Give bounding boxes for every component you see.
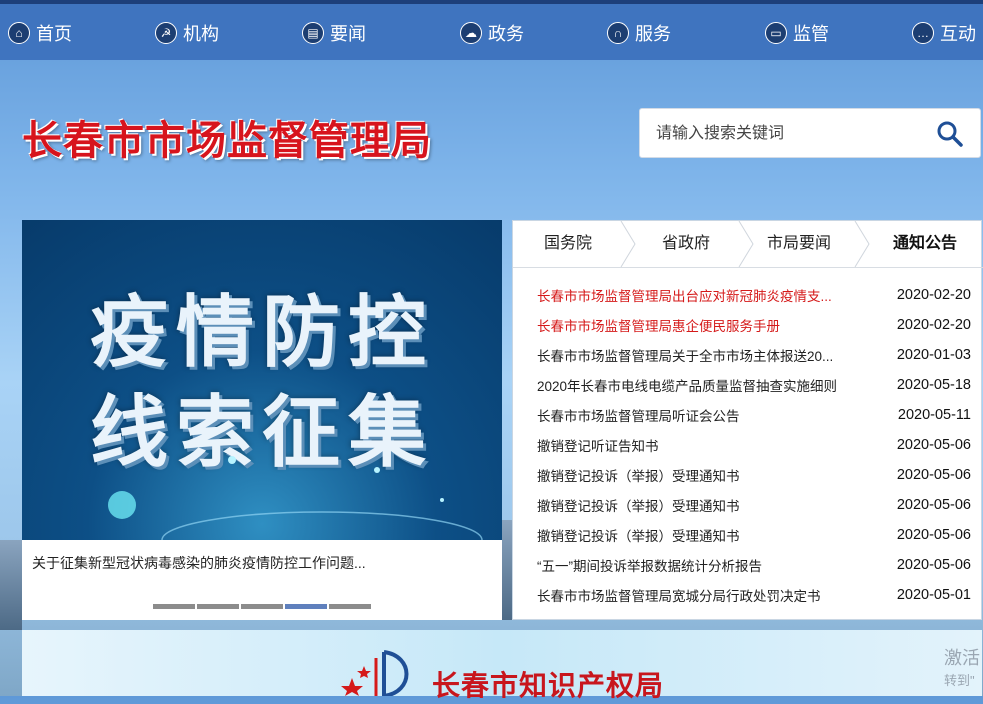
news-item-date: 2020-05-06 [896, 527, 971, 543]
tab-state-council[interactable]: 国务院 [513, 221, 623, 267]
news-item-date: 2020-02-20 [896, 287, 971, 303]
news-item[interactable]: 撤销登记投诉（举报）受理通知书 2020-05-06 [537, 463, 971, 487]
news-item-title: “五一”期间投诉举报数据统计分析报告 [537, 559, 762, 574]
carousel-dot[interactable] [329, 604, 371, 609]
news-item-date: 2020-02-20 [896, 317, 971, 333]
nav-item-news[interactable]: ▤ 要闻 [302, 20, 366, 46]
nav-label: 首页 [36, 24, 72, 44]
news-item[interactable]: 撤销登记听证告知书 2020-05-06 [537, 433, 971, 457]
main-nav: ⌂ 首页 ☭ 机构 ▤ 要闻 ☁ 政务 ∩ 服务 ▭ 监管 … 互动 [0, 4, 983, 60]
cloud-upload-icon: ☁ [460, 22, 482, 44]
nav-label: 互动 [940, 24, 976, 44]
carousel-dot[interactable] [197, 604, 239, 609]
tab-provincial-government[interactable]: 省政府 [631, 221, 741, 267]
banner-headline-line1: 疫情防控 [89, 288, 434, 378]
news-item[interactable]: 长春市市场监督管理局关于全市市场主体报送20... 2020-01-03 [537, 343, 971, 367]
monitor-icon: ▭ [765, 22, 787, 44]
news-item-date: 2020-05-18 [896, 377, 971, 393]
news-item-title: 2020年长春市电线电缆产品质量监督抽查实施细则 [537, 379, 838, 394]
ip-bureau-title: 长春市知识产权局 [432, 670, 665, 701]
news-item[interactable]: 2020年长春市电线电缆产品质量监督抽查实施细则 2020-05-18 [537, 373, 971, 397]
news-item[interactable]: “五一”期间投诉举报数据统计分析报告 2020-05-06 [537, 553, 971, 577]
news-carousel[interactable]: 疫情防控 线索征集 关于征集新型冠状病毒感染的肺炎疫情防控工作问题... [22, 220, 502, 620]
os-activation-watermark: 激活 [944, 648, 980, 668]
news-item-date: 2020-05-06 [896, 557, 971, 573]
city-skyline-decoration [0, 540, 22, 630]
news-item-title: 长春市市场监督管理局宽城分局行政处罚决定书 [537, 589, 821, 604]
carousel-dot[interactable] [153, 604, 195, 609]
ip-bureau-logo [341, 650, 409, 696]
search-icon[interactable] [936, 120, 964, 148]
news-item[interactable]: 撤销登记投诉（举报）受理通知书 2020-05-06 [537, 493, 971, 517]
news-item-title: 长春市市场监督管理局听证会公告 [537, 409, 740, 424]
news-item-date: 2020-01-03 [896, 347, 971, 363]
news-item[interactable]: 撤销登记投诉（举报）受理通知书 2020-05-06 [537, 523, 971, 547]
news-item-date: 2020-05-06 [896, 467, 971, 483]
ip-bureau-banner[interactable]: 长春市知识产权局 [22, 630, 982, 701]
news-item-title: 撤销登记投诉（举报）受理通知书 [537, 469, 740, 484]
nav-label: 服务 [635, 24, 671, 44]
banner-decoration [108, 456, 483, 540]
nav-item-home[interactable]: ⌂ 首页 [8, 20, 72, 46]
news-panel: 国务院 省政府 市局要闻 通知公告 长春市市场监督管理局出台应对新冠肺炎疫情支.… [512, 220, 983, 620]
news-item-title: 撤销登记投诉（举报）受理通知书 [537, 529, 740, 544]
news-item-date: 2020-05-06 [896, 437, 971, 453]
nav-label: 机构 [183, 24, 219, 44]
news-item[interactable]: 长春市市场监督管理局听证会公告 2020-05-11 [537, 403, 971, 427]
nav-item-government-affairs[interactable]: ☁ 政务 [460, 20, 524, 46]
chat-bubbles-icon: … [912, 22, 934, 44]
carousel-dot-active[interactable] [285, 604, 327, 609]
party-emblem-icon: ☭ [155, 22, 177, 44]
news-item-date: 2020-05-01 [896, 587, 971, 603]
tab-announcements[interactable]: 通知公告 [869, 221, 981, 267]
news-item-title: 长春市市场监督管理局出台应对新冠肺炎疫情支... [537, 289, 832, 304]
carousel-caption[interactable]: 关于征集新型冠状病毒感染的肺炎疫情防控工作问题... [32, 553, 366, 573]
headset-icon: ∩ [607, 22, 629, 44]
tab-bureau-news[interactable]: 市局要闻 [749, 221, 849, 267]
carousel-dot[interactable] [241, 604, 283, 609]
nav-label: 政务 [488, 24, 524, 44]
nav-item-services[interactable]: ∩ 服务 [607, 20, 671, 46]
nav-label: 监管 [793, 24, 829, 44]
news-item[interactable]: 长春市市场监督管理局出台应对新冠肺炎疫情支... 2020-02-20 [537, 283, 971, 307]
news-item-title: 撤销登记听证告知书 [537, 439, 659, 454]
nav-item-interaction[interactable]: … 互动 [912, 20, 976, 46]
news-item-title: 撤销登记投诉（举报）受理通知书 [537, 499, 740, 514]
news-item-date: 2020-05-06 [896, 497, 971, 513]
document-icon: ▤ [302, 22, 324, 44]
news-item[interactable]: 长春市市场监督管理局惠企便民服务手册 2020-02-20 [537, 313, 971, 337]
news-item-date: 2020-05-11 [897, 407, 971, 423]
os-activation-watermark-sub: 转到" [944, 673, 975, 688]
home-icon: ⌂ [8, 22, 30, 44]
nav-item-supervision[interactable]: ▭ 监管 [765, 20, 829, 46]
carousel-indicators [153, 604, 371, 609]
news-tabs: 国务院 省政府 市局要闻 通知公告 [513, 221, 983, 268]
nav-item-organization[interactable]: ☭ 机构 [155, 20, 219, 46]
search-box [639, 108, 981, 158]
news-item[interactable]: 长春市市场监督管理局宽城分局行政处罚决定书 2020-05-01 [537, 583, 971, 607]
city-skyline-decoration [502, 520, 512, 620]
news-item-title: 长春市市场监督管理局惠企便民服务手册 [537, 319, 780, 334]
news-item-title: 长春市市场监督管理局关于全市市场主体报送20... [537, 349, 834, 364]
carousel-image[interactable]: 疫情防控 线索征集 [22, 220, 502, 540]
nav-label: 要闻 [330, 24, 366, 44]
search-input[interactable] [654, 121, 918, 147]
site-title: 长春市市场监督管理局 [22, 117, 432, 164]
